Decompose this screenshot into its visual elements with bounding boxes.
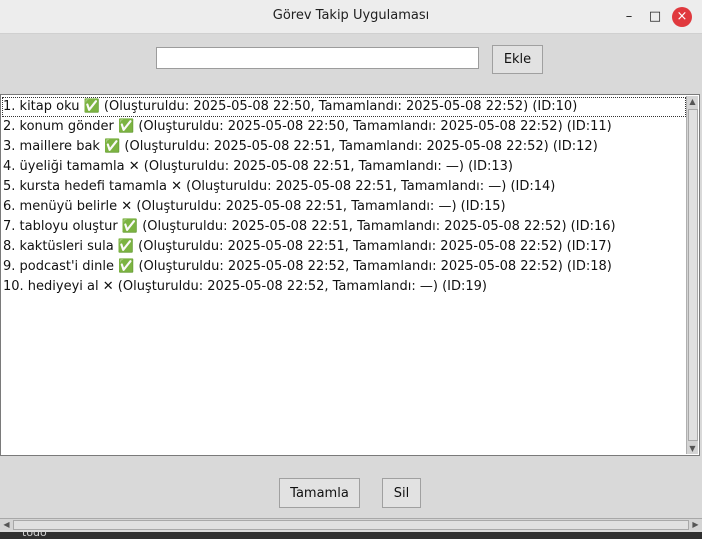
maximize-icon[interactable]: □ [645,7,665,27]
minimize-icon[interactable]: – [619,7,639,27]
delete-button[interactable]: Sil [382,478,421,508]
task-row[interactable]: 4. üyeliği tamamla ✕ (Oluşturuldu: 2025-… [2,157,686,177]
task-listbox[interactable]: 1. kitap oku ✅ (Oluşturuldu: 2025-05-08 … [0,94,700,456]
close-icon[interactable]: × [672,7,692,27]
add-button[interactable]: Ekle [492,45,543,74]
window-title: Görev Takip Uygulaması [272,8,430,23]
horizontal-scrollbar[interactable]: ◀ ▶ [0,518,702,530]
horizontal-scroll-thumb[interactable] [13,520,689,530]
task-input[interactable] [156,47,479,69]
task-row[interactable]: 3. maillere bak ✅ (Oluşturuldu: 2025-05-… [2,137,686,157]
scroll-up-icon[interactable]: ▲ [687,96,698,107]
taskbar-label[interactable]: todo [22,532,47,539]
title-bar[interactable]: Görev Takip Uygulaması – □ × [0,0,702,34]
task-row[interactable]: 9. podcast'i dinle ✅ (Oluşturuldu: 2025-… [2,257,686,277]
taskbar-strip: todo [0,532,702,539]
scroll-down-icon[interactable]: ▼ [687,443,698,454]
task-row[interactable]: 7. tabloyu oluştur ✅ (Oluşturuldu: 2025-… [2,217,686,237]
task-row[interactable]: 1. kitap oku ✅ (Oluşturuldu: 2025-05-08 … [2,97,686,117]
task-row[interactable]: 6. menüyü belirle ✕ (Oluşturuldu: 2025-0… [2,197,686,217]
task-row[interactable]: 5. kursta hedefi tamamla ✕ (Oluşturuldu:… [2,177,686,197]
vertical-scrollbar[interactable]: ▲ ▼ [686,96,698,454]
vertical-scroll-thumb[interactable] [688,109,698,441]
task-list: 1. kitap oku ✅ (Oluşturuldu: 2025-05-08 … [2,97,686,297]
app-window: Görev Takip Uygulaması – □ × Ekle 1. kit… [0,0,702,532]
scroll-right-icon[interactable]: ▶ [690,519,701,530]
complete-button[interactable]: Tamamla [279,478,360,508]
task-row[interactable]: 10. hediyeyi al ✕ (Oluşturuldu: 2025-05-… [2,277,686,297]
task-row[interactable]: 2. konum gönder ✅ (Oluşturuldu: 2025-05-… [2,117,686,137]
task-row[interactable]: 8. kaktüsleri sula ✅ (Oluşturuldu: 2025-… [2,237,686,257]
scroll-left-icon[interactable]: ◀ [1,519,12,530]
